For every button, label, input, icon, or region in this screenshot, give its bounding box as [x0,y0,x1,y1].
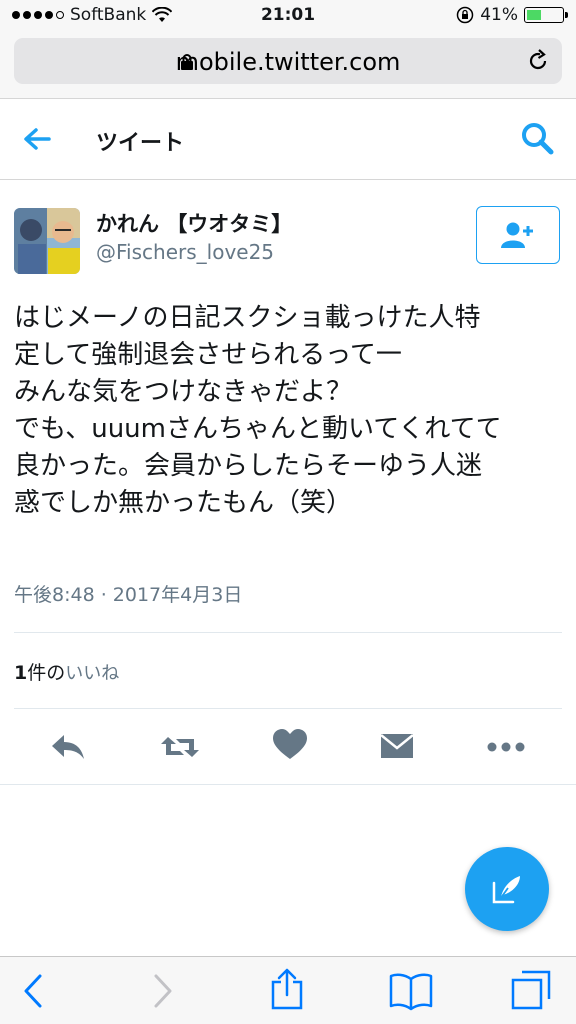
battery-icon [524,7,568,23]
url-text: mobile.twitter.com [175,48,401,76]
like-icon[interactable] [272,725,308,769]
reload-icon[interactable] [526,49,550,73]
reply-icon[interactable] [48,725,88,769]
orientation-lock-icon [456,6,474,24]
bookmarks-icon[interactable] [388,971,434,1011]
address-bar[interactable]: mobile.twitter.com [14,38,562,84]
divider [0,784,576,785]
status-right: 41% [456,5,568,25]
forward-icon[interactable] [150,971,176,1011]
likes-label: いいね [65,663,120,684]
display-name[interactable]: かれん 【ウオタミ】 [96,208,292,238]
page-title: ツイート [96,131,185,156]
compose-icon [492,876,520,904]
divider [14,632,562,633]
avatar[interactable] [14,208,80,274]
add-user-icon [501,222,533,248]
follow-button[interactable] [476,206,560,264]
tweet-actions [0,725,576,769]
retweet-icon[interactable] [158,725,202,769]
direct-message-icon[interactable] [378,725,416,769]
more-icon[interactable] [486,725,526,769]
browser-toolbar [0,956,576,1024]
tweet-timestamp: 午後8:48 · 2017年4月3日 [14,584,243,606]
back-arrow-icon[interactable] [22,125,52,153]
tabs-icon[interactable] [510,969,552,1011]
compose-tweet-button[interactable] [465,847,549,931]
share-icon[interactable] [270,967,304,1011]
status-bar: SoftBank 21:01 41% [0,0,576,32]
back-icon[interactable] [20,971,46,1011]
user-handle[interactable]: @Fischers_love25 [96,240,274,264]
likes-number: 1 [14,662,28,684]
page-header: ツイート [0,98,576,180]
battery-percent: 41% [480,5,518,25]
likes-unit: 件の [27,662,66,684]
browser-bar: mobile.twitter.com [0,32,576,98]
tweet-text: はじメーノの日記スクショ載っけた人特 定して強制退会させられるって一 みんな気を… [14,303,502,518]
likes-count[interactable]: 1件のいいね [14,658,119,685]
divider [14,708,562,709]
search-icon[interactable] [520,121,554,155]
